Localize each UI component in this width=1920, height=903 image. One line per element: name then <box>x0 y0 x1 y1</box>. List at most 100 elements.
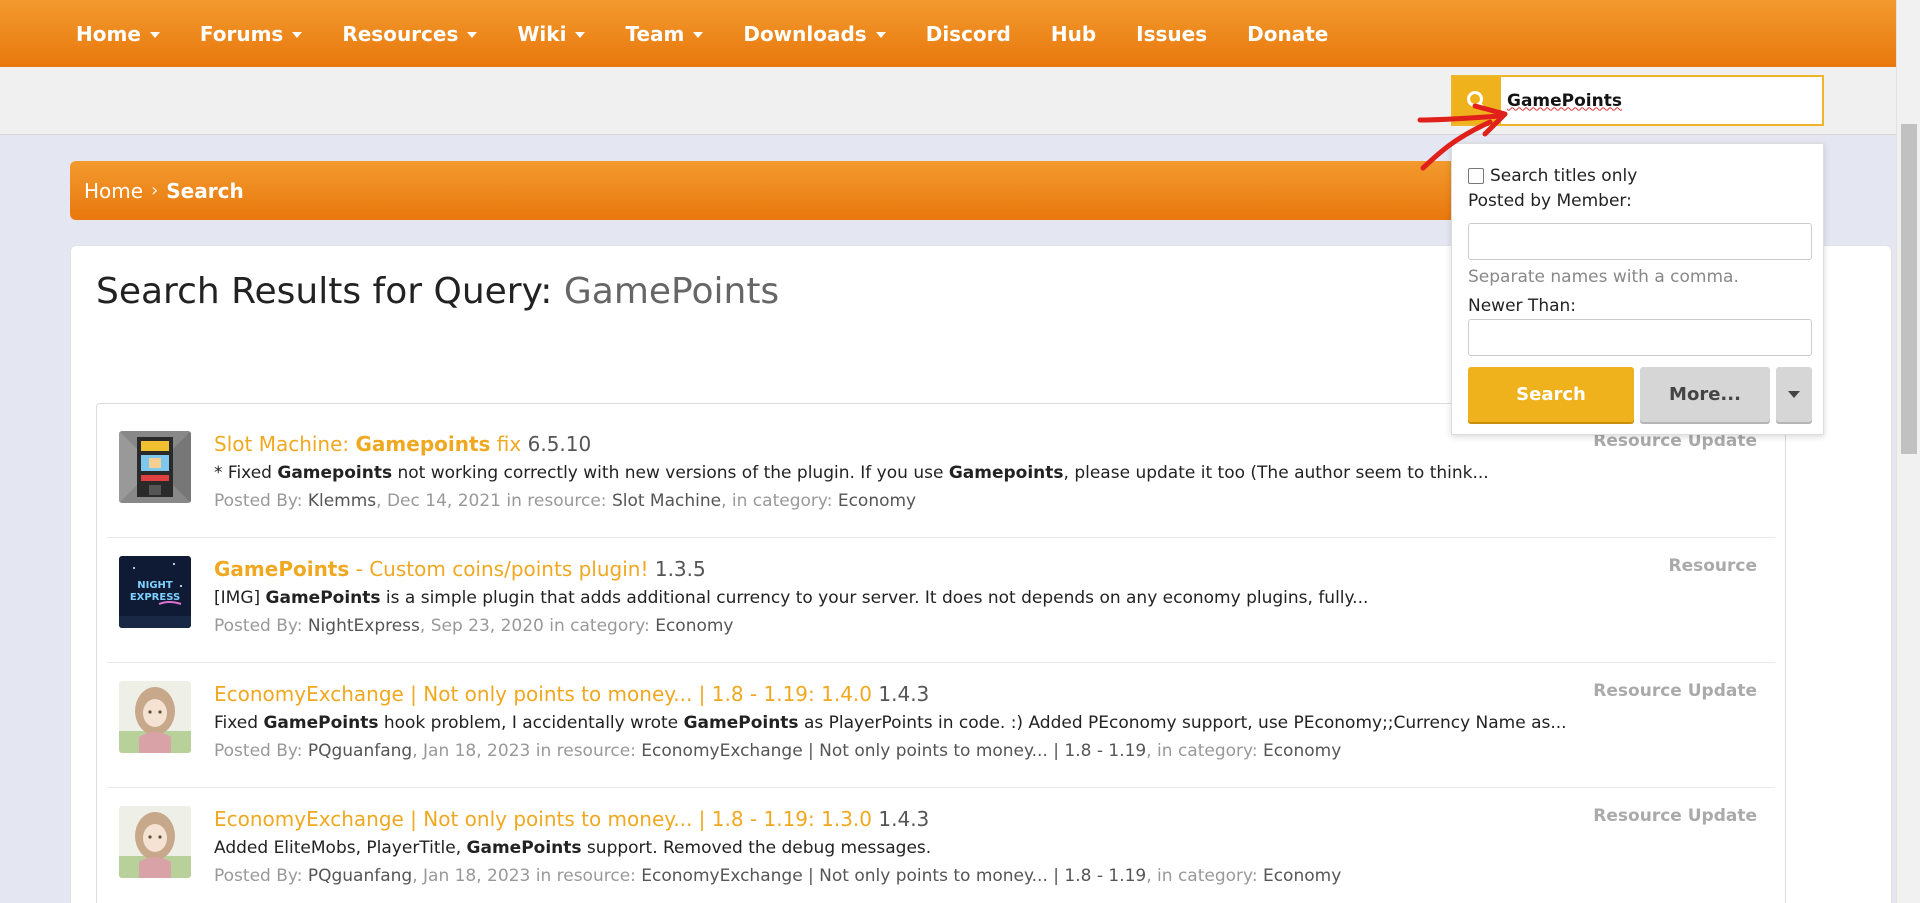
top-nav: Home Forums Resources Wiki Team Downloads Disc… <box>0 0 1896 67</box>
meta-link[interactable]: Slot Machine <box>612 491 721 511</box>
meta-link[interactable]: PQguanfang <box>308 866 412 886</box>
page-title: Search Results for Query: GamePoints <box>96 271 779 312</box>
chevron-down-icon <box>1788 391 1800 398</box>
search-titles-only-row[interactable]: Search titles only <box>1468 166 1637 186</box>
result-title-post: fix <box>490 432 522 456</box>
nav-item-label: Forums <box>199 21 284 46</box>
search-icon[interactable] <box>1453 77 1501 124</box>
meta-link[interactable]: Economy <box>838 491 916 511</box>
meta-link[interactable]: EconomyExchange | Not only points to mon… <box>641 866 1146 886</box>
meta-link[interactable]: Economy <box>655 616 733 636</box>
newer-than-label: Newer Than: <box>1468 296 1577 316</box>
nav-item-discord[interactable]: Discord <box>926 22 1011 46</box>
search-options-dropdown: Search titles only Posted by Member: Sep… <box>1451 143 1824 435</box>
nav-item-resources[interactable]: Resources <box>342 22 478 46</box>
result-snippet: * Fixed Gamepoints not working correctly… <box>214 463 1489 483</box>
search-titles-only-checkbox[interactable] <box>1468 168 1484 184</box>
scrollbar-thumb[interactable] <box>1901 124 1917 454</box>
meta-text: Posted By: <box>214 616 308 636</box>
snippet-text: [IMG] <box>214 588 266 608</box>
nav-item-label: Home <box>76 21 141 46</box>
newer-than-input[interactable] <box>1468 319 1812 356</box>
snippet-highlight: Gamepoints <box>277 463 393 483</box>
avatar[interactable] <box>119 681 191 753</box>
more-options-dropdown-button[interactable] <box>1776 367 1812 422</box>
result-title-post: - Custom coins/points plugin! <box>349 557 649 581</box>
snippet-text: * Fixed <box>214 463 278 483</box>
search-result: EconomyExchange | Not only points to mon… <box>107 663 1775 788</box>
result-snippet: Fixed GamePoints hook problem, I acciden… <box>214 713 1567 733</box>
meta-link[interactable]: NightExpress <box>308 616 420 636</box>
snippet-text: Fixed <box>214 713 264 733</box>
meta-text: Posted By: <box>214 491 308 511</box>
meta-link[interactable]: Economy <box>1263 741 1341 761</box>
nav-item-label: Downloads <box>743 21 867 46</box>
avatar[interactable]: NIGHT EXPRESS <box>119 556 191 628</box>
chevron-down-icon <box>693 31 704 38</box>
more-button[interactable]: More... <box>1640 367 1770 422</box>
chevron-right-icon: › <box>151 180 159 201</box>
nav-item-label: Discord <box>925 21 1011 46</box>
nav-item-team[interactable]: Team <box>625 21 704 46</box>
search-box[interactable] <box>1451 75 1824 126</box>
search-result: NIGHT EXPRESS GamePoints - Custom coins/po… <box>107 538 1775 663</box>
meta-text: , Sep 23, 2020 in category: <box>419 616 656 636</box>
nav-item-forums[interactable]: Forums <box>199 21 303 46</box>
search-button[interactable]: Search <box>1468 367 1634 422</box>
result-version: 1.4.3 <box>878 807 930 831</box>
chevron-down-icon <box>292 31 303 38</box>
nav-item-wiki[interactable]: Wiki <box>517 22 586 46</box>
snippet-text: Added EliteMobs, PlayerTitle, <box>214 838 467 858</box>
snippet-text: support. Removed the debug messages. <box>581 838 932 858</box>
result-title[interactable]: Slot Machine: Gamepoints fix 6.5.10 <box>214 432 591 456</box>
nav-item-label: Team <box>625 21 685 46</box>
snippet-highlight: GamePoints <box>265 588 381 608</box>
meta-link[interactable]: Economy <box>1263 866 1341 886</box>
meta-text: Posted By: <box>214 866 308 886</box>
posted-by-input[interactable] <box>1468 223 1812 260</box>
breadcrumb-current[interactable]: Search <box>166 179 243 203</box>
snippet-text: , please update it too (The author seem … <box>1063 463 1489 483</box>
search-input[interactable] <box>1501 80 1811 121</box>
results-list: Slot Machine: Gamepoints fix 6.5.10 * Fix… <box>96 403 1786 903</box>
meta-text: , Jan 18, 2023 in resource: <box>412 866 642 886</box>
avatar[interactable] <box>119 431 191 503</box>
page-title-query: GamePoints <box>563 271 780 312</box>
snippet-highlight: GamePoints <box>263 713 379 733</box>
snippet-text: as PlayerPoints in code. :) Added PEcono… <box>798 713 1567 733</box>
chevron-down-icon <box>149 31 160 38</box>
posted-by-label: Posted by Member: <box>1468 191 1632 211</box>
page-scrollbar[interactable] <box>1896 0 1920 903</box>
nav-item-downloads[interactable]: Downloads <box>743 21 886 46</box>
result-title-pre: EconomyExchange | Not only points to mon… <box>214 807 873 831</box>
nav-item-hub[interactable]: Hub <box>1051 22 1096 46</box>
avatar[interactable] <box>119 806 191 878</box>
result-version: 1.3.5 <box>654 557 706 581</box>
breadcrumb-home[interactable]: Home <box>84 179 143 203</box>
meta-link[interactable]: Klemms <box>308 491 376 511</box>
meta-text: , Dec 14, 2021 in resource: <box>376 491 612 511</box>
snippet-text: not working correctly with new versions … <box>392 463 949 483</box>
meta-link[interactable]: PQguanfang <box>308 741 412 761</box>
meta-link[interactable]: EconomyExchange | Not only points to mon… <box>641 741 1146 761</box>
result-meta: Posted By: PQguanfang, Jan 18, 2023 in r… <box>214 866 1341 886</box>
posted-by-hint: Separate names with a comma. <box>1468 267 1739 287</box>
snippet-text: is a simple plugin that adds additional … <box>380 588 1369 608</box>
snippet-highlight: Gamepoints <box>948 463 1064 483</box>
result-snippet: Added EliteMobs, PlayerTitle, GamePoints… <box>214 838 931 858</box>
meta-text: , in category: <box>1146 741 1263 761</box>
result-title-pre: EconomyExchange | Not only points to mon… <box>214 682 873 706</box>
meta-text: Posted By: <box>214 741 308 761</box>
nav-item-donate[interactable]: Donate <box>1247 22 1328 46</box>
nav-item-issues[interactable]: Issues <box>1136 22 1207 46</box>
snippet-highlight: GamePoints <box>466 838 582 858</box>
result-title-pre: Slot Machine: <box>214 432 356 456</box>
nav-item-home[interactable]: Home <box>76 22 160 46</box>
meta-text: , in category: <box>721 491 838 511</box>
result-title[interactable]: EconomyExchange | Not only points to mon… <box>214 682 929 706</box>
result-meta: Posted By: Klemms, Dec 14, 2021 in resou… <box>214 491 916 511</box>
result-meta: Posted By: NightExpress, Sep 23, 2020 in… <box>214 616 734 636</box>
result-version: 6.5.10 <box>527 432 592 456</box>
result-title[interactable]: GamePoints - Custom coins/points plugin!… <box>214 557 706 581</box>
result-title[interactable]: EconomyExchange | Not only points to mon… <box>214 807 929 831</box>
